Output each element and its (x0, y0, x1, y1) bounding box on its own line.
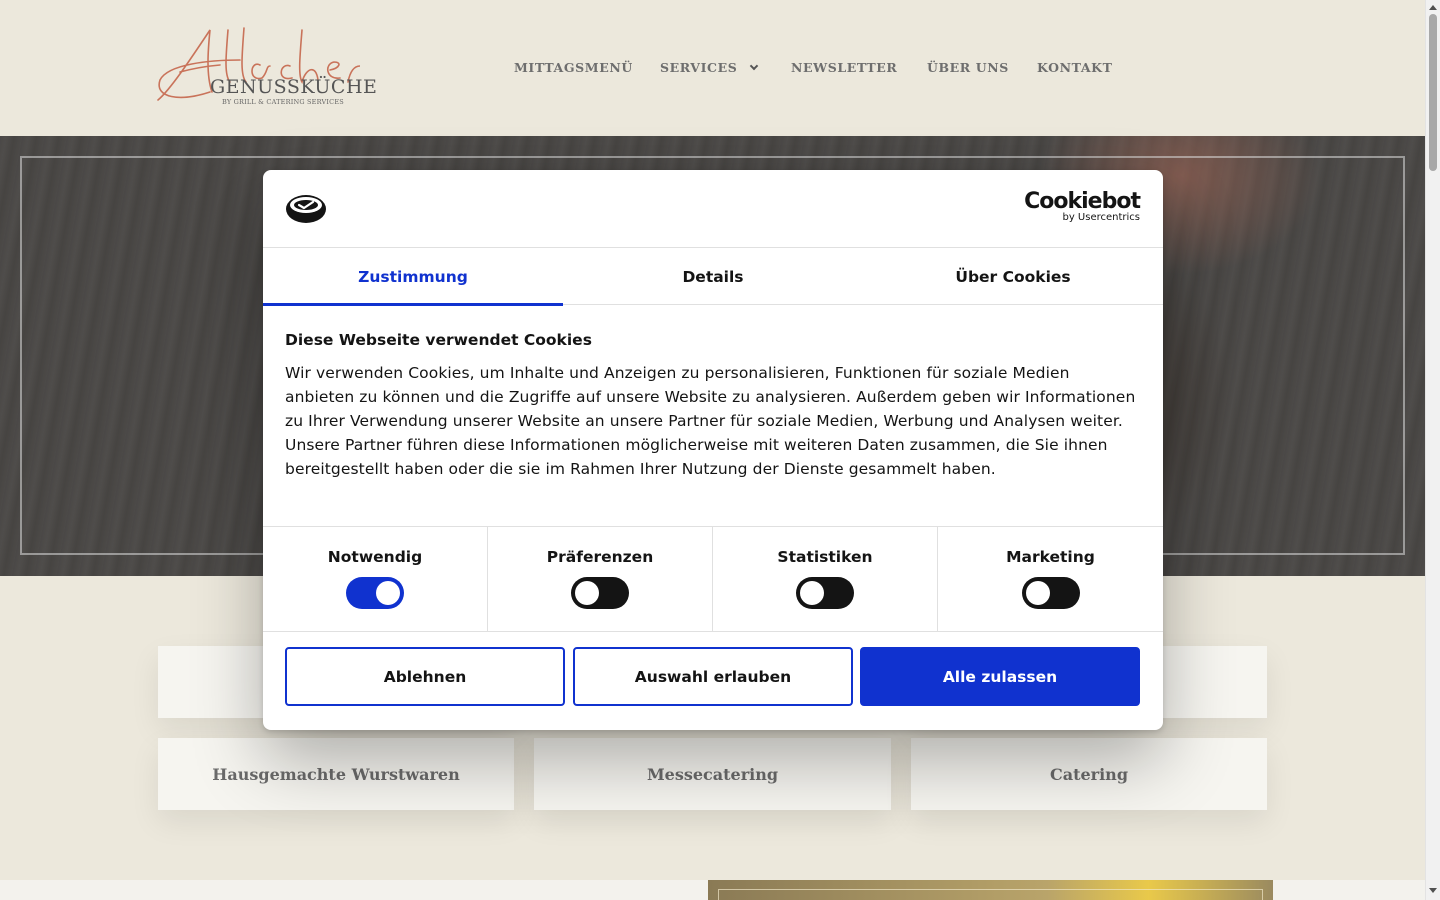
scrollbar-thumb[interactable] (1429, 14, 1437, 171)
toggle-knob (575, 581, 599, 605)
dialog-description: Wir verwenden Cookies, um Inhalte und An… (285, 364, 1136, 478)
dialog-header: Cookiebot by Usercentrics (263, 170, 1163, 248)
allow-all-button[interactable]: Alle zulassen (860, 647, 1140, 706)
toggle-knob (376, 581, 400, 605)
scroll-down-icon[interactable] (1429, 888, 1437, 893)
category-label: Präferenzen (546, 548, 654, 566)
dialog-title: Diese Webseite verwendet Cookies (285, 331, 592, 349)
category-statistiken: Statistiken (713, 527, 938, 631)
page-scrollbar[interactable] (1425, 0, 1440, 900)
category-notwendig: Notwendig (263, 527, 488, 631)
category-praeferenzen: Präferenzen (488, 527, 713, 631)
consent-categories: Notwendig Präferenzen Statistiken Market… (263, 526, 1163, 632)
toggle-knob (800, 581, 824, 605)
toggle-statistiken[interactable] (796, 577, 854, 609)
cookiebot-brand[interactable]: Cookiebot by Usercentrics (1024, 189, 1141, 224)
cookiebot-brand-name: Cookiebot (1024, 189, 1141, 214)
category-label: Notwendig (327, 548, 423, 566)
dialog-body: Diese Webseite verwendet Cookies Wir ver… (285, 330, 1141, 481)
toggle-knob (1025, 581, 1050, 605)
tab-ueber-cookies[interactable]: Über Cookies (863, 248, 1163, 305)
category-marketing: Marketing (938, 527, 1163, 631)
toggle-notwendig[interactable] (346, 577, 404, 609)
cookie-consent-dialog: Cookiebot by Usercentrics Zustimmung Det… (263, 170, 1163, 730)
cookiebot-logo-icon (286, 195, 326, 223)
scroll-up-icon[interactable] (1429, 5, 1437, 10)
tab-details[interactable]: Details (563, 248, 863, 305)
dialog-tabs: Zustimmung Details Über Cookies (263, 248, 1163, 306)
category-label: Statistiken (777, 548, 873, 566)
allow-selection-button[interactable]: Auswahl erlauben (573, 647, 853, 706)
tab-zustimmung[interactable]: Zustimmung (263, 248, 563, 306)
toggle-praeferenzen[interactable] (571, 577, 629, 609)
toggle-marketing[interactable] (1021, 577, 1080, 609)
decline-button[interactable]: Ablehnen (285, 647, 565, 706)
category-label: Marketing (1006, 548, 1095, 566)
